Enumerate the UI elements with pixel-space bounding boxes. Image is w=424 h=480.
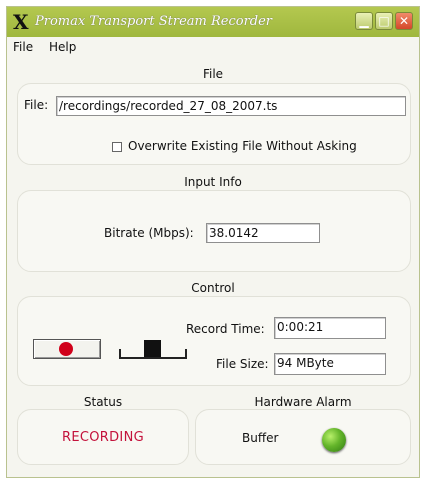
record-time-field: 0:00:21: [274, 317, 386, 339]
x-app-icon: X: [13, 10, 29, 34]
menu-bar: File Help: [7, 38, 419, 56]
close-icon: ✕: [398, 14, 410, 28]
window-title: Promax Transport Stream Recorder: [35, 14, 273, 29]
stop-button[interactable]: [119, 339, 187, 359]
file-label: File:: [24, 98, 49, 112]
menu-file[interactable]: File: [13, 40, 33, 54]
maximize-button[interactable]: □: [375, 12, 393, 30]
input-info-group: Bitrate (Mbps): 38.0142: [17, 190, 411, 272]
record-icon: [59, 342, 73, 356]
overwrite-checkbox[interactable]: [112, 142, 122, 152]
control-title: Control: [191, 281, 235, 295]
file-size-field: 94 MByte: [274, 353, 386, 375]
menu-help[interactable]: Help: [49, 40, 76, 54]
status-title: Status: [83, 395, 123, 409]
record-button[interactable]: [33, 339, 101, 359]
maximize-icon: □: [378, 14, 390, 28]
close-button[interactable]: ✕: [395, 12, 413, 30]
file-group: File: /recordings/recorded_27_08_2007.ts…: [17, 83, 411, 165]
file-section-title: File: [202, 67, 224, 81]
status-value: RECORDING: [62, 430, 144, 445]
buffer-label: Buffer: [242, 431, 279, 445]
hardware-alarm-group: Buffer: [195, 409, 411, 465]
input-info-title: Input Info: [184, 175, 242, 189]
file-size-label: File Size:: [216, 357, 269, 371]
stop-icon: [144, 340, 161, 357]
minimize-icon: ▁: [359, 14, 369, 28]
minimize-button[interactable]: ▁: [355, 12, 373, 30]
bitrate-label: Bitrate (Mbps):: [104, 226, 194, 240]
title-bar[interactable]: X Promax Transport Stream Recorder ▁ □ ✕: [7, 7, 419, 37]
overwrite-label: Overwrite Existing File Without Asking: [128, 139, 357, 153]
main-window: X Promax Transport Stream Recorder ▁ □ ✕…: [6, 6, 420, 478]
status-group: RECORDING: [17, 409, 189, 465]
file-path-input[interactable]: /recordings/recorded_27_08_2007.ts: [56, 96, 406, 116]
buffer-led-icon: [322, 428, 346, 452]
hardware-alarm-title: Hardware Alarm: [254, 395, 352, 409]
bitrate-field: 38.0142: [206, 223, 320, 243]
record-time-label: Record Time:: [186, 322, 265, 336]
